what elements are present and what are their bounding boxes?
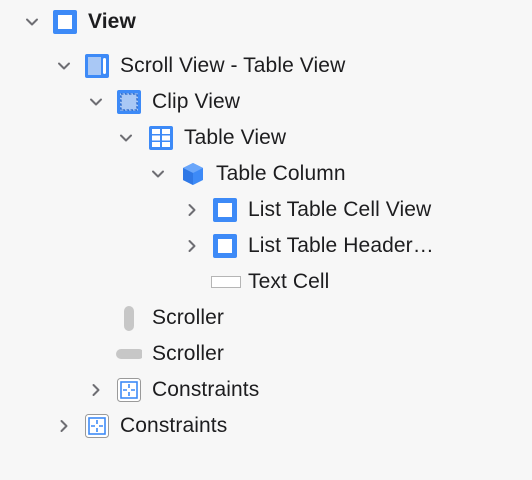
tree-label-view: View: [88, 10, 136, 33]
tree-row-table-column[interactable]: Table Column: [0, 157, 532, 191]
chevron-right-icon[interactable]: [184, 238, 200, 254]
tree-label-scroll-view: Scroll View - Table View: [120, 54, 346, 77]
chevron-down-icon[interactable]: [24, 14, 40, 30]
tree-row-constraints-root[interactable]: Constraints: [0, 409, 532, 443]
tree-row-constraints-inner[interactable]: Constraints: [0, 373, 532, 407]
tree-row-scroller-vertical[interactable]: Scroller: [0, 301, 532, 335]
view-icon: [52, 9, 78, 35]
chevron-down-icon[interactable]: [88, 94, 104, 110]
tree-label-table-column: Table Column: [216, 162, 346, 185]
tree-label-constraints-root: Constraints: [120, 414, 228, 437]
tree-label-table-view: Table View: [184, 126, 287, 149]
tree-row-text-cell[interactable]: Text Cell: [0, 265, 532, 299]
constraints-icon: [84, 413, 110, 439]
chevron-down-icon[interactable]: [150, 166, 166, 182]
vertical-scroller-icon: [116, 305, 142, 331]
horizontal-scroller-icon: [116, 341, 142, 367]
chevron-right-icon[interactable]: [88, 382, 104, 398]
tree-row-clip-view[interactable]: Clip View: [0, 85, 532, 119]
tree-label-clip-view: Clip View: [152, 90, 241, 113]
tree-row-list-table-cell-view[interactable]: List Table Cell View: [0, 193, 532, 227]
chevron-down-icon[interactable]: [56, 58, 72, 74]
view-icon: [212, 233, 238, 259]
table-column-cube-icon: [180, 161, 206, 187]
chevron-right-icon[interactable]: [56, 418, 72, 434]
tree-row-view[interactable]: View: [0, 5, 532, 39]
scroll-view-icon: [84, 53, 110, 79]
constraints-icon: [116, 377, 142, 403]
text-cell-icon: [210, 269, 242, 295]
tree-label-list-table-header: List Table Header…: [248, 234, 434, 257]
tree-label-scroller-horizontal: Scroller: [152, 342, 224, 365]
tree-row-list-table-header[interactable]: List Table Header…: [0, 229, 532, 263]
tree-row-table-view[interactable]: Table View: [0, 121, 532, 155]
tree-label-list-table-cell-view: List Table Cell View: [248, 198, 432, 221]
chevron-down-icon[interactable]: [118, 130, 134, 146]
tree-label-scroller-vertical: Scroller: [152, 306, 224, 329]
tree-label-constraints-inner: Constraints: [152, 378, 260, 401]
view-icon: [212, 197, 238, 223]
tree-label-text-cell: Text Cell: [248, 270, 330, 293]
tree-row-scroll-view[interactable]: Scroll View - Table View: [0, 49, 532, 83]
tree-row-scroller-horizontal[interactable]: Scroller: [0, 337, 532, 371]
clip-view-icon: [116, 89, 142, 115]
table-view-icon: [148, 125, 174, 151]
chevron-right-icon[interactable]: [184, 202, 200, 218]
